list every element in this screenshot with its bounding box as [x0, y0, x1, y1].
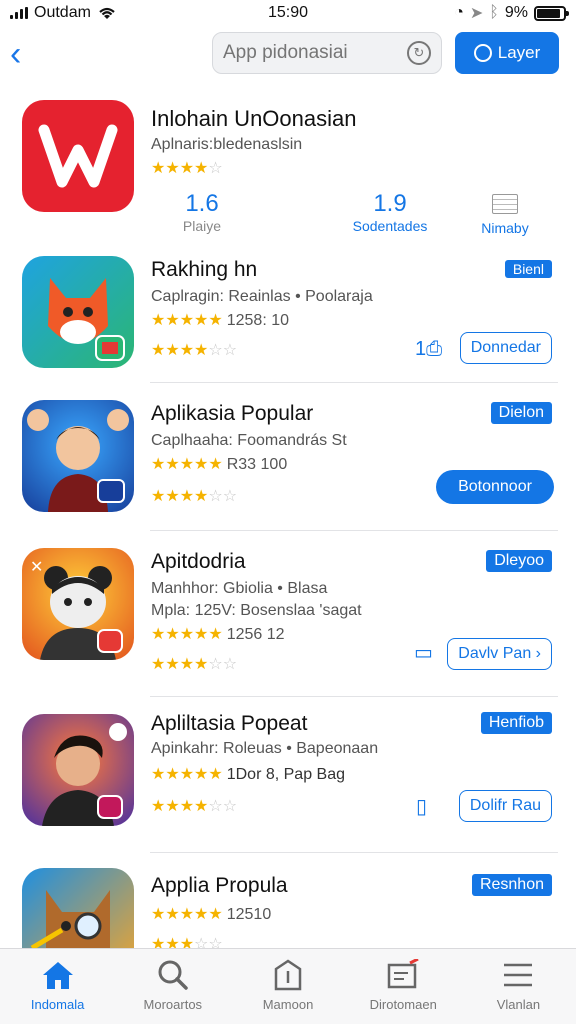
battery-icon [534, 5, 569, 21]
get-button[interactable]: Dolifr Rau [458, 790, 552, 822]
app-badge: Bienl [504, 260, 552, 278]
search-button-label: Layer [497, 43, 541, 62]
refresh-icon[interactable]: ↻ [407, 41, 431, 65]
rating-stars-large: ★★★★★ 12510 [151, 906, 272, 923]
app-badge: Dleyoo [486, 550, 552, 572]
featured-meta-2: 1.9 Sodentades [352, 190, 428, 234]
location-icon: ➤ [469, 5, 484, 22]
app-name: Aplikasia Popular [151, 402, 314, 425]
fox-app-icon [22, 256, 134, 368]
cat-app-icon [22, 868, 134, 948]
back-chevron-icon[interactable]: ‹ [10, 36, 40, 72]
app-name: Applia Propula [151, 874, 288, 897]
tab-home[interactable]: Indomala [0, 949, 115, 1024]
tab-label: Indomala [30, 997, 85, 1012]
app-name: Apliltasia Popeat [151, 712, 308, 735]
featured-app-name: Inlohain UnOonasian [151, 106, 357, 131]
divider [150, 382, 558, 383]
portrait-app-icon [22, 714, 134, 826]
rating-stars-small: ★★★☆☆ [151, 936, 223, 948]
tab-search[interactable]: Moroartos [115, 949, 230, 1024]
avatar-app-icon [22, 400, 134, 512]
top-header: ‹ ↻ Layer [0, 30, 576, 78]
get-button[interactable]: Davlv Pan › [447, 638, 552, 670]
news-icon [387, 959, 419, 989]
bluetooth-icon: ᛒ [489, 4, 499, 21]
rating-stars-small: ★★★★☆☆ [151, 798, 238, 815]
get-button[interactable]: Donnedar [459, 332, 552, 364]
list-item[interactable]: Aplikasia Popular Dielon Caplhaaha: Foom… [0, 398, 576, 538]
list-item[interactable]: Rakhing hn Bienl Caplragin: Reainlas • P… [0, 250, 576, 390]
app-subtitle: Caplragin: Reainlas • Poolaraja [151, 288, 373, 305]
tab-bar: Indomala Moroartos Mamoon Dirotomaen Vla… [0, 948, 576, 1024]
search-input[interactable] [223, 42, 398, 64]
app-name: Rakhing hn [151, 258, 258, 281]
search-field[interactable]: ↻ [212, 32, 442, 74]
rating-stars-large: ★★★★★ 1258: 10 [151, 312, 289, 329]
tablet-icon: ▭ [414, 642, 433, 664]
featured-app-subtitle: Aplnaris:bledenaslsin [151, 136, 303, 153]
rating-stars-large: ★★★★★ 1Dor 8, Pap Bag [151, 766, 346, 783]
app-badge: Resnhon [471, 874, 552, 896]
home-icon [42, 962, 73, 989]
list-item[interactable]: Apliltasia Popeat Henfiob Apinkahr: Role… [0, 712, 576, 852]
featured-meta-1: 1.6 Plaiye [182, 190, 222, 234]
featured-rating-stars: ★★★★☆ [151, 160, 223, 177]
status-bar: Outdam 15:90 ◔ ➤ ᛒ 9% [0, 0, 576, 26]
rating-stars-large: ★★★★★ R33 100 [151, 456, 288, 473]
phone-icon: ▯ [416, 796, 428, 818]
tab-label: Moroartos [143, 997, 203, 1012]
app-subtitle: Caplhaaha: Foomandrás St [151, 432, 347, 449]
app-badge: Henfiob [480, 712, 552, 734]
panda-app-icon: ✕ [22, 548, 134, 660]
download-button[interactable]: Botonnoor [436, 470, 554, 504]
divider [150, 530, 558, 531]
search-icon [473, 44, 492, 62]
rating-stars-small: ★★★★☆☆ [151, 342, 238, 359]
app-badge: Dielon [490, 402, 552, 424]
menu-icon [504, 963, 533, 987]
alarm-icon: ◔ [454, 4, 464, 21]
device-icon: 1⎙ [415, 338, 443, 360]
app-list: Inlohain UnOonasian Aplnaris:bledenaslsi… [0, 92, 576, 948]
clock: 15:90 [267, 4, 309, 21]
rating-stars-small: ★★★★☆☆ [151, 488, 238, 505]
rating-stars-large: ★★★★★ 1256 12 [151, 626, 285, 643]
tab-news[interactable]: Dirotomaen [346, 949, 461, 1024]
rating-stars-small: ★★★★☆☆ [151, 656, 238, 673]
library-icon [274, 959, 302, 991]
list-icon [492, 194, 518, 214]
app-subtitle: Manhhor: Gbiolia • Blasa [151, 580, 328, 597]
app-subtitle: Apinkahr: Roleuas • Bapeonaan [151, 740, 379, 757]
search-button[interactable]: Layer [455, 32, 559, 74]
svg-text:✕: ✕ [30, 559, 43, 576]
tab-menu[interactable]: Vlanlan [461, 949, 576, 1024]
divider [150, 696, 558, 697]
featured-app-icon [22, 100, 134, 212]
list-item[interactable]: ✕ Apitdodria Dleyoo Manhhor: Gbiolia • B… [0, 546, 576, 686]
battery-percent: 9% [504, 4, 528, 21]
carrier-label: Outdam [34, 4, 91, 21]
search-icon [158, 960, 188, 990]
tab-label: Vlanlan [496, 997, 541, 1012]
divider [150, 852, 558, 853]
tab-label: Dirotomaen [369, 997, 437, 1012]
featured-meta-3: Nimaby [470, 194, 540, 236]
tab-library[interactable]: Mamoon [230, 949, 345, 1024]
app-subtitle-2: Mpla: 125V: Bosenslaa 'sagat [151, 602, 362, 619]
featured-app[interactable]: Inlohain UnOonasian Aplnaris:bledenaslsi… [0, 92, 576, 242]
signal-icon [10, 7, 28, 19]
wifi-icon [99, 7, 115, 19]
tab-label: Mamoon [262, 997, 314, 1012]
list-item[interactable]: Applia Propula Resnhon ★★★★★ 12510 ★★★☆☆ [0, 868, 576, 948]
app-name: Apitdodria [151, 550, 246, 573]
